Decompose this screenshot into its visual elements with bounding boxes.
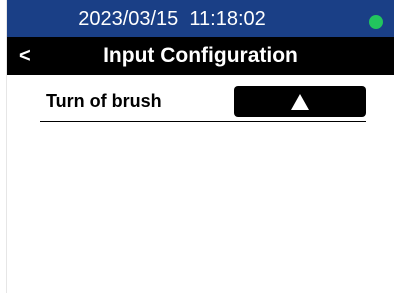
screen-frame-edge xyxy=(0,0,7,293)
device-screen: 2023/03/15 11:18:02 < Input Configuratio… xyxy=(0,0,394,293)
page-title: Input Configuration xyxy=(103,44,298,67)
title-bar: < Input Configuration xyxy=(7,37,394,75)
setting-label: Turn of brush xyxy=(46,91,162,111)
setting-row-turn-of-brush: Turn of brush xyxy=(40,84,366,122)
status-indicator-icon xyxy=(369,15,383,29)
status-bar: 2023/03/15 11:18:02 xyxy=(7,0,394,37)
brush-turn-button[interactable] xyxy=(234,86,366,117)
datetime-display: 2023/03/15 11:18:02 xyxy=(78,8,266,30)
up-triangle-icon xyxy=(291,93,309,110)
